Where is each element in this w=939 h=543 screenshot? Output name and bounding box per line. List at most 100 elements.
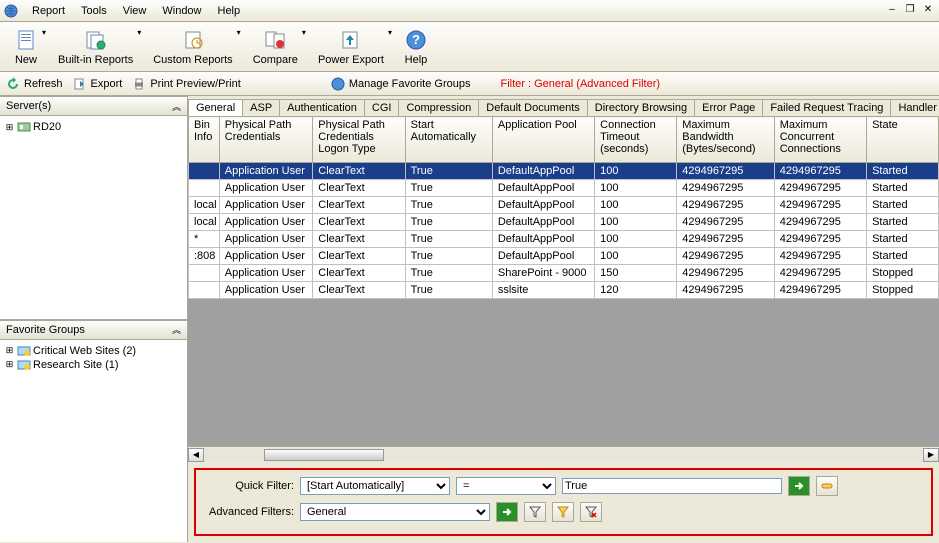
server-icon: [17, 121, 31, 133]
scroll-thumb[interactable]: [264, 449, 384, 461]
compare-icon: [263, 28, 287, 52]
close-button[interactable]: ✕: [921, 4, 935, 18]
quick-filter-clear-button[interactable]: [816, 476, 838, 496]
table-row[interactable]: localApplication UserClearTextTrueDefaul…: [189, 214, 939, 231]
column-header[interactable]: Application Pool: [492, 117, 594, 163]
tab-cgi[interactable]: CGI: [364, 99, 400, 116]
power-export-button[interactable]: ▾ Power Export: [308, 24, 394, 69]
table-cell: DefaultAppPool: [492, 163, 594, 180]
advanced-filter-field[interactable]: General: [300, 503, 490, 521]
quick-filter-label: Quick Filter:: [204, 480, 294, 492]
refresh-button[interactable]: Refresh: [6, 77, 63, 91]
table-row[interactable]: Application UserClearTextTrueDefaultAppP…: [189, 163, 939, 180]
table-row[interactable]: Application UserClearTextTrueSharePoint …: [189, 265, 939, 282]
table-cell: Application User: [219, 163, 312, 180]
table-cell: 100: [595, 180, 677, 197]
tab-directory-browsing[interactable]: Directory Browsing: [587, 99, 695, 116]
tab-compression[interactable]: Compression: [398, 99, 479, 116]
table-cell: 4294967295: [677, 197, 775, 214]
column-header[interactable]: Physical Path Credentials: [219, 117, 312, 163]
column-header[interactable]: Maximum Bandwidth (Bytes/second): [677, 117, 775, 163]
favorites-header[interactable]: Favorite Groups ︽: [0, 320, 187, 340]
menu-window[interactable]: Window: [154, 3, 209, 19]
table-cell: Started: [867, 180, 939, 197]
data-grid[interactable]: Bin InfoPhysical Path CredentialsPhysica…: [188, 116, 939, 299]
advanced-filter-apply-button[interactable]: [496, 502, 518, 522]
column-header[interactable]: Start Automatically: [405, 117, 492, 163]
tab-authentication[interactable]: Authentication: [279, 99, 365, 116]
table-row[interactable]: Application UserClearTextTruesslsite1204…: [189, 282, 939, 299]
custom-reports-button[interactable]: ▾ Custom Reports: [143, 24, 242, 69]
export-icon: [73, 77, 87, 91]
filter-delete-button[interactable]: [580, 502, 602, 522]
table-cell: DefaultAppPool: [492, 248, 594, 265]
tab-general[interactable]: General: [188, 99, 243, 116]
horizontal-scrollbar[interactable]: ◀ ▶: [188, 446, 939, 462]
table-row[interactable]: localApplication UserClearTextTrueDefaul…: [189, 197, 939, 214]
scroll-left-button[interactable]: ◀: [188, 448, 204, 462]
table-cell: Stopped: [867, 282, 939, 299]
scroll-track[interactable]: [204, 448, 923, 462]
tab-default-documents[interactable]: Default Documents: [478, 99, 588, 116]
column-header[interactable]: Physical Path Credentials Logon Type: [313, 117, 405, 163]
table-cell: True: [405, 214, 492, 231]
favorite-item[interactable]: ⊞ Research Site (1): [4, 358, 183, 372]
menu-view[interactable]: View: [115, 3, 155, 19]
tab-error-page[interactable]: Error Page: [694, 99, 763, 116]
quick-filter-field[interactable]: [Start Automatically]: [300, 477, 450, 495]
expand-icon[interactable]: ⊞: [4, 359, 15, 370]
chevron-down-icon: ▾: [137, 28, 141, 37]
menu-tools[interactable]: Tools: [73, 3, 115, 19]
table-cell: ClearText: [313, 197, 405, 214]
column-header[interactable]: State: [867, 117, 939, 163]
table-cell: True: [405, 265, 492, 282]
menu-help[interactable]: Help: [210, 3, 249, 19]
servers-header[interactable]: Server(s) ︽: [0, 96, 187, 116]
manage-favorite-groups-button[interactable]: Manage Favorite Groups: [331, 77, 471, 91]
table-cell: 4294967295: [677, 282, 775, 299]
quick-filter-value[interactable]: [562, 478, 782, 494]
filter-funnel-button[interactable]: [524, 502, 546, 522]
restore-button[interactable]: ❐: [903, 4, 917, 18]
table-cell: 150: [595, 265, 677, 282]
print-icon: [132, 77, 146, 91]
table-cell: Started: [867, 197, 939, 214]
help-button[interactable]: ? Help: [394, 24, 438, 69]
quick-filter-operator[interactable]: =: [456, 477, 556, 495]
chevron-down-icon: ▾: [302, 28, 306, 37]
tab-failed-request-tracing[interactable]: Failed Request Tracing: [762, 99, 891, 116]
column-header[interactable]: Bin Info: [189, 117, 220, 163]
print-button[interactable]: Print Preview/Print: [132, 77, 240, 91]
compare-button[interactable]: ▾ Compare: [243, 24, 308, 69]
table-row[interactable]: :808Application UserClearTextTrueDefault…: [189, 248, 939, 265]
table-cell: 4294967295: [774, 180, 866, 197]
table-cell: Started: [867, 231, 939, 248]
filter-indicator: Filter : General (Advanced Filter): [500, 78, 660, 90]
export-button[interactable]: Export: [73, 77, 123, 91]
filter-edit-button[interactable]: [552, 502, 574, 522]
table-cell: Application User: [219, 282, 312, 299]
advanced-filter-label: Advanced Filters:: [204, 506, 294, 518]
quick-filter-apply-button[interactable]: [788, 476, 810, 496]
server-node[interactable]: ⊞ RD20: [4, 120, 183, 134]
tab-handler[interactable]: Handler: [890, 99, 939, 116]
menubar: Report Tools View Window Help – ❐ ✕: [0, 0, 939, 22]
table-cell: ClearText: [313, 248, 405, 265]
scroll-right-button[interactable]: ▶: [923, 448, 939, 462]
new-button[interactable]: ▾ New: [4, 24, 48, 69]
table-row[interactable]: *Application UserClearTextTrueDefaultApp…: [189, 231, 939, 248]
expand-icon[interactable]: ⊞: [4, 122, 15, 133]
favorite-item[interactable]: ⊞ Critical Web Sites (2): [4, 344, 183, 358]
table-row[interactable]: Application UserClearTextTrueDefaultAppP…: [189, 180, 939, 197]
chevron-down-icon: ▾: [237, 28, 241, 37]
expand-icon[interactable]: ⊞: [4, 345, 15, 356]
tab-asp[interactable]: ASP: [242, 99, 280, 116]
table-cell: SharePoint - 9000: [492, 265, 594, 282]
menu-report[interactable]: Report: [24, 3, 73, 19]
column-header[interactable]: Maximum Concurrent Connections: [774, 117, 866, 163]
column-header[interactable]: Connection Timeout (seconds): [595, 117, 677, 163]
builtin-reports-button[interactable]: ▾ Built-in Reports: [48, 24, 143, 69]
table-cell: ClearText: [313, 231, 405, 248]
table-cell: 4294967295: [677, 163, 775, 180]
minimize-button[interactable]: –: [885, 4, 899, 18]
